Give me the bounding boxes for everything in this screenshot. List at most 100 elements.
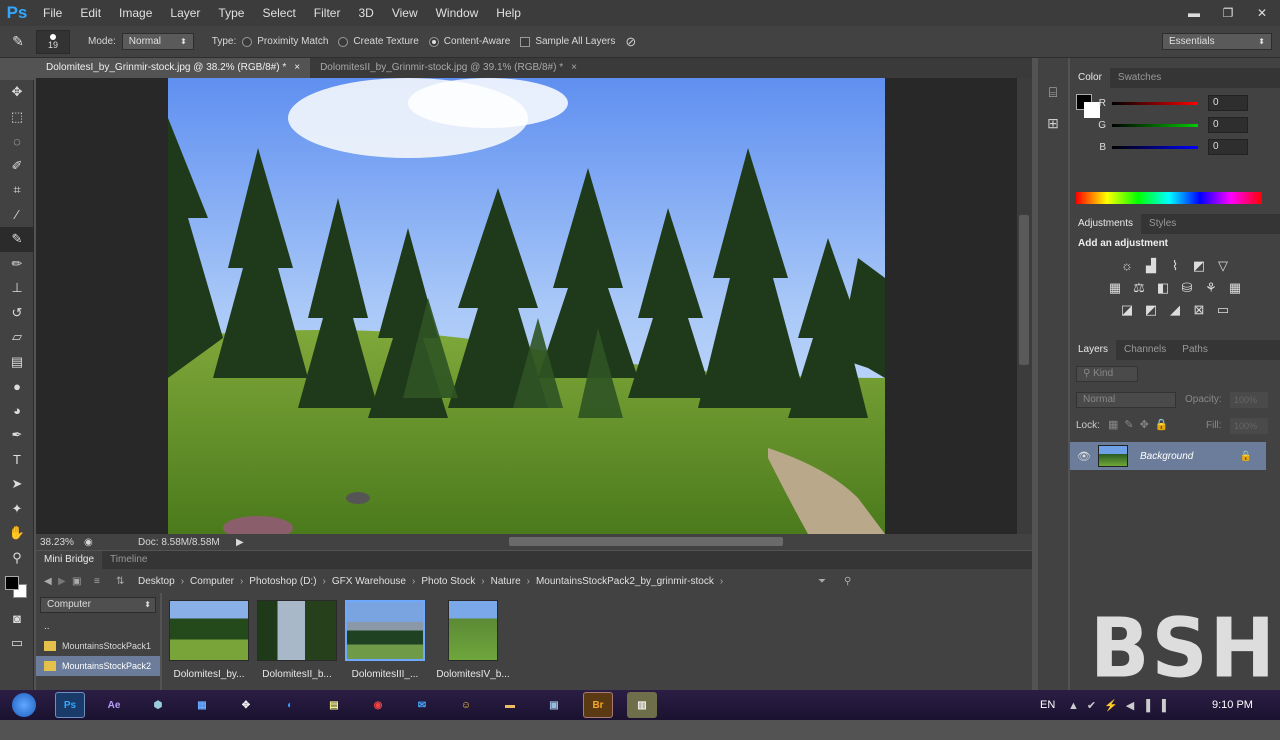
posterize-icon[interactable]: ◩ (1142, 301, 1160, 319)
sort-icon[interactable]: ⇅ (116, 576, 138, 587)
tab-timeline[interactable]: Timeline (102, 551, 155, 569)
taskbar-after-effects[interactable]: Ae (99, 692, 129, 718)
eraser-tool-icon[interactable]: ▱ (0, 325, 34, 350)
back-icon[interactable]: ◀ (44, 576, 58, 587)
menu-type[interactable]: Type (209, 0, 253, 26)
shape-tool-icon[interactable]: ✦ (0, 497, 34, 522)
color-lookup-icon[interactable]: ▦ (1226, 279, 1244, 297)
red-slider[interactable] (1112, 101, 1198, 105)
menu-view[interactable]: View (383, 0, 427, 26)
tab-mini-bridge[interactable]: Mini Bridge (36, 551, 103, 569)
threshold-icon[interactable]: ◢ (1166, 301, 1184, 319)
vertical-scroll-thumb[interactable] (1019, 215, 1029, 365)
status-info-icon[interactable]: ◉ (84, 537, 114, 548)
selective-color-icon[interactable]: ⊠ (1190, 301, 1208, 319)
invert-icon[interactable]: ◪ (1118, 301, 1136, 319)
clone-stamp-tool-icon[interactable]: ⊥ (0, 276, 34, 301)
kind-filter[interactable]: ⚲ Kind (1076, 366, 1138, 382)
layer-row-background[interactable]: 👁 Background 🔒 (1070, 442, 1266, 470)
zoom-level[interactable]: 38.23% (36, 537, 84, 548)
zoom-tool-icon[interactable]: ⚲ (0, 546, 34, 571)
pressure-brush-icon[interactable]: ⊘ (625, 34, 636, 50)
quick-select-tool-icon[interactable]: ✐ (0, 154, 34, 179)
green-value[interactable]: 0 (1208, 117, 1248, 133)
start-button[interactable] (0, 690, 48, 720)
doc-tab-dolomites-i[interactable]: DolomitesI_by_Grinmir-stock.jpg @ 38.2% … (36, 58, 311, 78)
breadcrumb-item[interactable]: Desktop (138, 576, 175, 587)
status-menu-arrow-icon[interactable]: ▶ (236, 537, 250, 548)
spot-healing-brush-icon[interactable]: ✎ (0, 33, 36, 50)
taskbar-app-icon[interactable]: ▣ (539, 692, 569, 718)
menu-select[interactable]: Select (253, 0, 304, 26)
taskbar-app-icon[interactable]: ✉ (407, 692, 437, 718)
vibrance-icon[interactable]: ▽ (1214, 257, 1232, 275)
green-slider[interactable] (1112, 123, 1198, 127)
type-tool-icon[interactable]: T (0, 448, 34, 473)
minimize-button[interactable]: ▬ (1184, 5, 1204, 21)
history-brush-tool-icon[interactable]: ↺ (0, 301, 34, 326)
mode-select[interactable]: Normal ⬍ (121, 33, 194, 50)
curves-icon[interactable]: ⌇ (1166, 257, 1184, 275)
menu-filter[interactable]: Filter (305, 0, 350, 26)
taskbar-app-icon[interactable]: ▤ (319, 692, 349, 718)
bridge-icon[interactable]: ▣ (72, 576, 94, 587)
taskbar-app-icon[interactable]: ✥ (231, 692, 261, 718)
breadcrumb-item[interactable]: Computer (190, 576, 234, 587)
move-tool-icon[interactable]: ✥ (0, 80, 34, 105)
taskbar-app-icon[interactable]: ◐ (275, 692, 305, 718)
menu-help[interactable]: Help (487, 0, 530, 26)
menu-layer[interactable]: Layer (161, 0, 209, 26)
screen-mode-icon[interactable]: ▭ (0, 631, 34, 656)
color-balance-icon[interactable]: ⚖ (1130, 279, 1148, 297)
dodge-tool-icon[interactable]: ◕ (0, 399, 34, 424)
gradient-tool-icon[interactable]: ▤ (0, 350, 34, 375)
menu-window[interactable]: Window (427, 0, 488, 26)
sample-all-layers-option[interactable]: Sample All Layers (520, 36, 615, 47)
path-select-tool-icon[interactable]: ➤ (0, 472, 34, 497)
lock-icons[interactable]: ▦✎✥🔒 (1108, 418, 1175, 431)
thumbnail[interactable] (448, 600, 498, 661)
fill-value[interactable]: 100% (1230, 418, 1268, 434)
taskbar-photoshop[interactable]: Ps (55, 692, 85, 718)
proximity-match-radio[interactable] (242, 36, 253, 47)
history-panel-icon[interactable]: ⌸ (1038, 84, 1068, 101)
tab-styles[interactable]: Styles (1141, 214, 1184, 234)
black-white-icon[interactable]: ◧ (1154, 279, 1172, 297)
thumbnail-selected[interactable] (345, 600, 425, 661)
tab-channels[interactable]: Channels (1116, 340, 1174, 360)
eyedropper-tool-icon[interactable]: ⁄ (0, 203, 34, 228)
clock[interactable]: 9:10 PM (1212, 699, 1253, 711)
breadcrumb-item[interactable]: Photoshop (D:) (249, 576, 316, 587)
blend-mode-select[interactable]: Normal (1076, 392, 1176, 408)
workspace-select[interactable]: Essentials ⬍ (1162, 33, 1272, 50)
marquee-tool-icon[interactable]: ⬚ (0, 105, 34, 130)
layer-name[interactable]: Background (1140, 451, 1193, 462)
folder-item[interactable]: MountainsStockPack1 (36, 636, 160, 656)
tray-icons[interactable]: ▲✔⚡◀▐▐ (1068, 699, 1174, 712)
menu-3d[interactable]: 3D (349, 0, 382, 26)
crop-tool-icon[interactable]: ⌗ (0, 178, 34, 203)
pen-tool-icon[interactable]: ✒ (0, 423, 34, 448)
menu-edit[interactable]: Edit (71, 0, 110, 26)
breadcrumb-item[interactable]: Nature (491, 576, 521, 587)
tab-layers[interactable]: Layers (1070, 340, 1117, 360)
brush-tool-icon[interactable]: ✏ (0, 252, 34, 277)
tab-paths[interactable]: Paths (1174, 340, 1216, 360)
breadcrumb-item[interactable]: MountainsStockPack2_by_grinmir-stock (536, 576, 714, 587)
location-select[interactable]: Computer ⬍ (40, 597, 156, 613)
create-texture-radio[interactable] (338, 36, 349, 47)
tab-swatches[interactable]: Swatches (1110, 68, 1169, 88)
view-options-icon[interactable]: ≡ (94, 576, 116, 587)
brightness-icon[interactable]: ☼ (1118, 257, 1136, 275)
red-value[interactable]: 0 (1208, 95, 1248, 111)
blue-slider[interactable] (1112, 145, 1198, 149)
eye-icon[interactable]: 👁 (1070, 450, 1098, 463)
close-icon[interactable]: × (571, 58, 577, 78)
spot-healing-tool-icon[interactable]: ✎ (0, 227, 34, 252)
up-folder-item[interactable]: .. (36, 617, 160, 636)
taskbar-bridge[interactable]: Br (583, 692, 613, 718)
color-swatches[interactable] (0, 570, 33, 606)
close-button[interactable]: ✕ (1252, 5, 1272, 21)
folder-item-selected[interactable]: MountainsStockPack2 (36, 656, 160, 676)
brush-size-picker[interactable]: 19 (36, 29, 70, 54)
